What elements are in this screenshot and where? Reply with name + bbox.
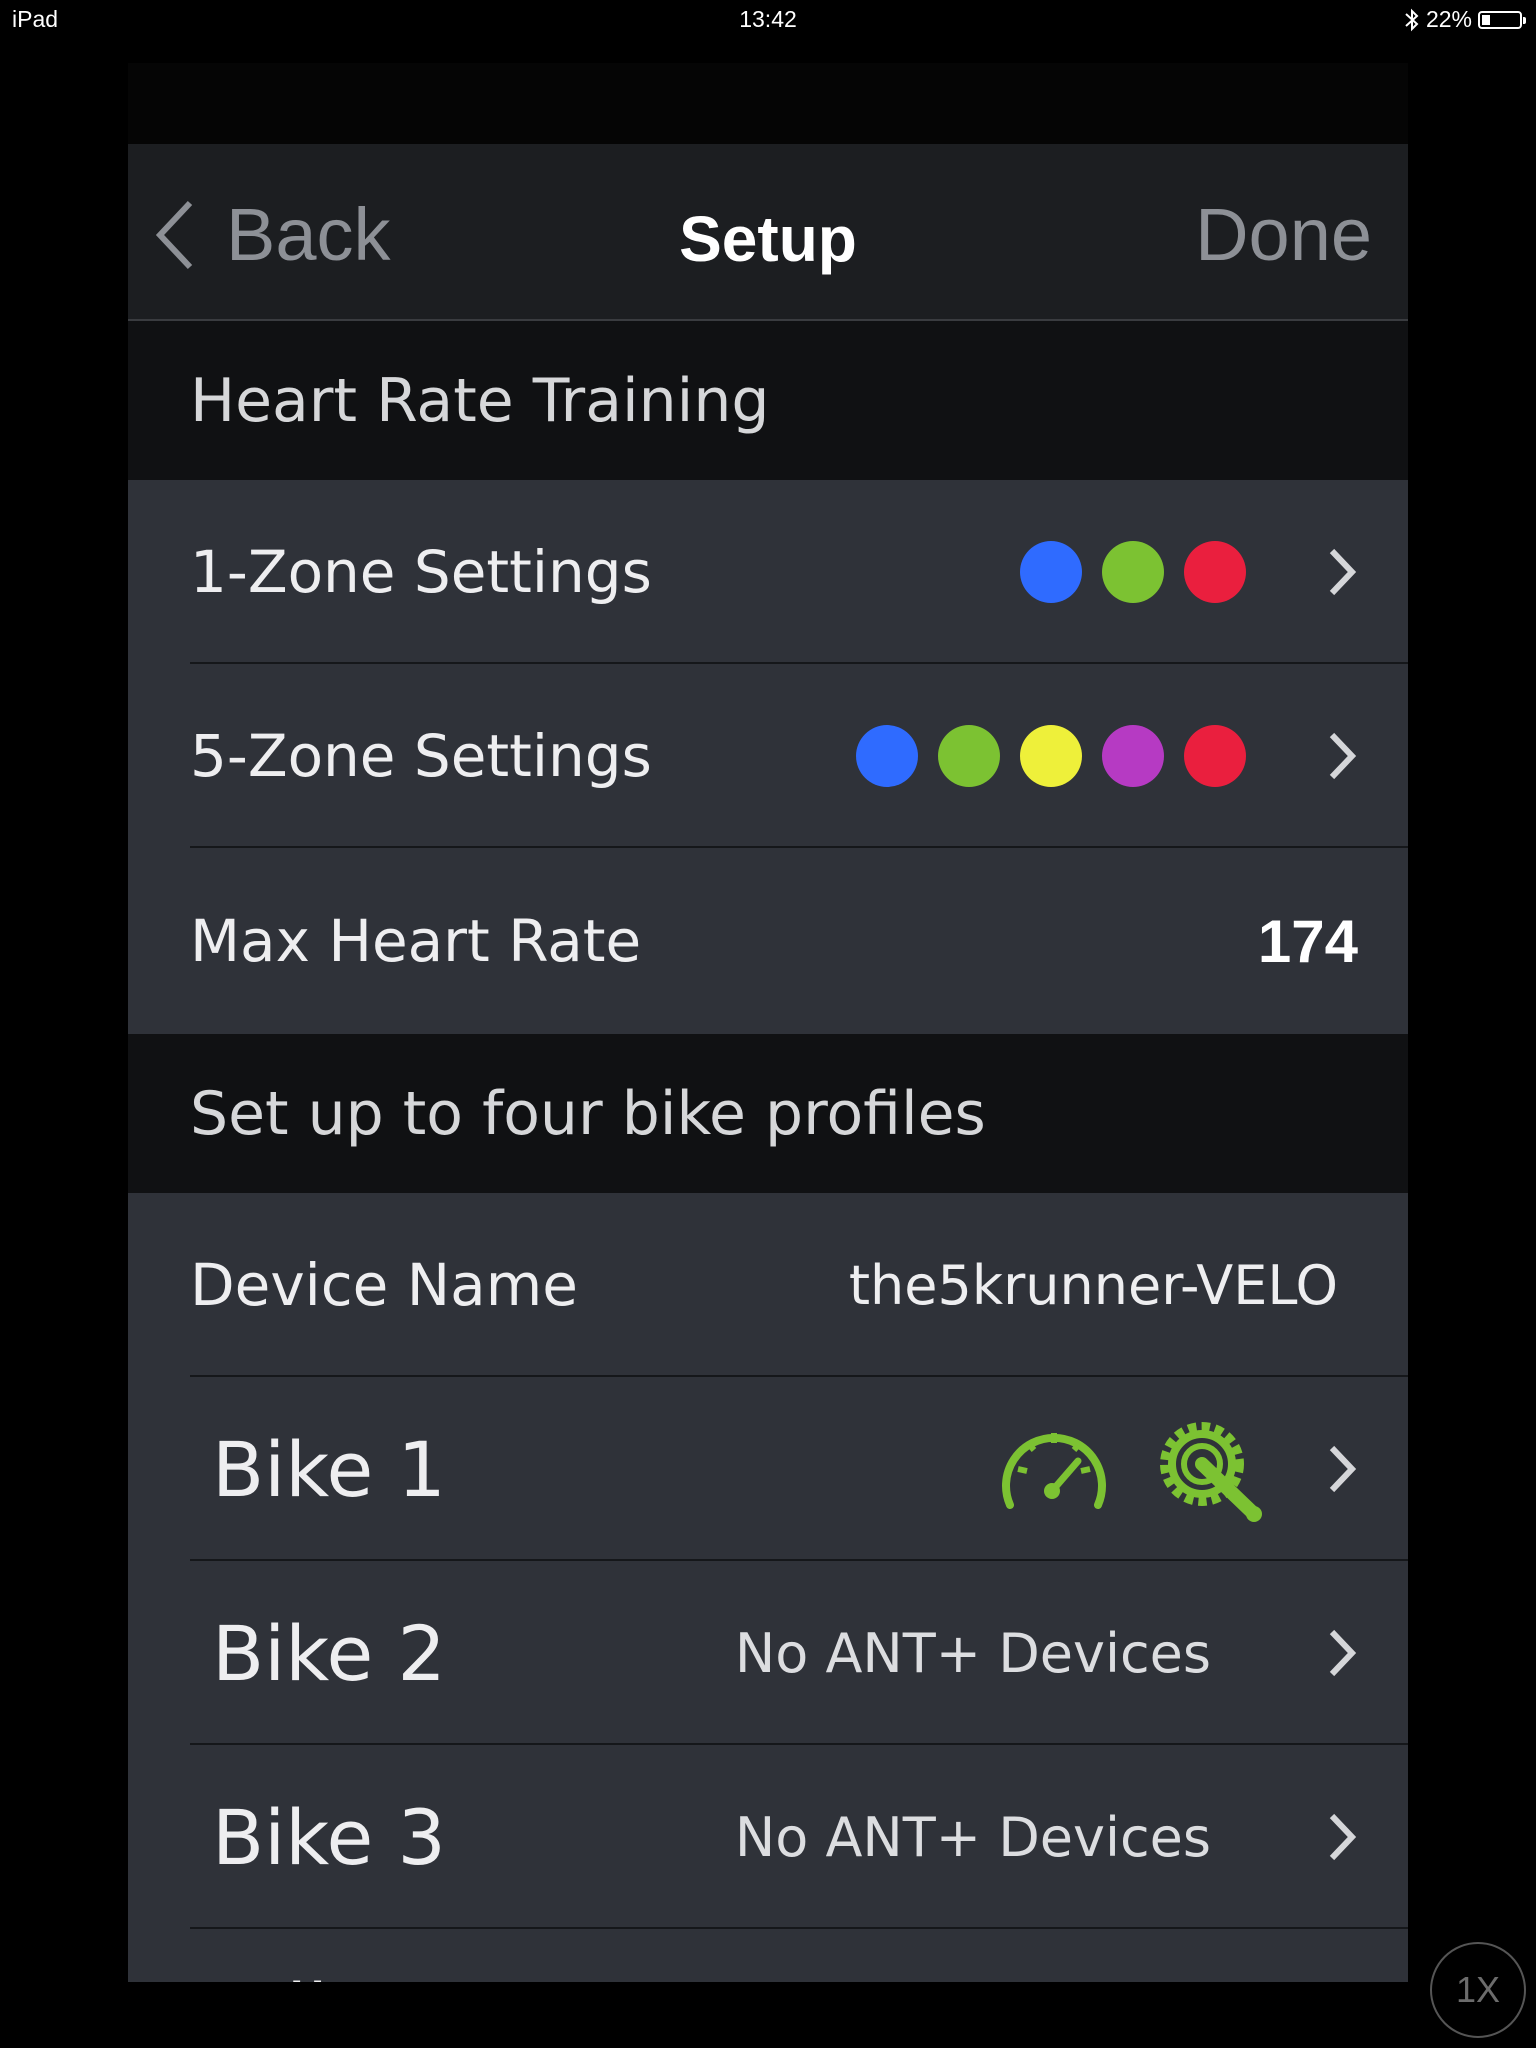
speedometer-icon: [1002, 1433, 1106, 1509]
bike-4-row[interactable]: Bike 4: [128, 1929, 1408, 1982]
crank-gear-icon: [1160, 1422, 1262, 1522]
zone5-zone-dot-1: [856, 725, 918, 787]
zone5-zone-dot-4: [1102, 725, 1164, 787]
battery-icon: [1478, 10, 1526, 29]
status-right: 22%: [1404, 6, 1526, 33]
max-heart-rate-row[interactable]: Max Heart Rate 174: [128, 848, 1408, 1034]
section-header-heart-rate: Heart Rate Training: [128, 321, 1408, 480]
zone5-zone-dot-5: [1184, 725, 1246, 787]
section-header-bike-profiles: Set up to four bike profiles: [128, 1034, 1408, 1193]
device-name-row[interactable]: Device Name the5krunner-VELO: [128, 1193, 1408, 1377]
chevron-right-icon: [1329, 548, 1357, 596]
panel-top-strip: [128, 63, 1408, 144]
battery-percent: 22%: [1425, 6, 1472, 32]
status-time: 13:42: [739, 6, 797, 32]
bike-4-label: Bike 4: [212, 1967, 468, 1982]
chevron-right-icon: [1329, 732, 1357, 780]
zone1-settings-label: 1-Zone Settings: [190, 538, 652, 606]
chevron-right-icon: [1329, 1629, 1357, 1677]
zone1-color-dots: [1020, 541, 1246, 603]
status-bar: iPad 13:42 22%: [0, 0, 1536, 42]
bike-3-status: No ANT+ Devices: [734, 1805, 1211, 1869]
chevron-right-icon: [1329, 1445, 1357, 1493]
bike-1-label: Bike 1: [212, 1424, 446, 1514]
bike-1-row[interactable]: Bike 1: [128, 1377, 1408, 1561]
bike-2-label: Bike 2: [212, 1608, 446, 1698]
bike-1-sensors: [996, 1414, 1266, 1524]
zone1-zone-dot-3: [1184, 541, 1246, 603]
device-name-value[interactable]: the5krunner-VELO: [849, 1254, 1338, 1317]
zone5-zone-dot-2: [938, 725, 1000, 787]
zoom-level-badge[interactable]: 1X: [1430, 1942, 1526, 2038]
zone5-zone-dot-3: [1020, 725, 1082, 787]
navigation-bar: Back Setup Done: [128, 144, 1408, 321]
bike-2-row[interactable]: Bike 2 No ANT+ Devices: [128, 1561, 1408, 1745]
max-heart-rate-label: Max Heart Rate: [190, 907, 642, 975]
zone5-settings-row[interactable]: 5-Zone Settings: [128, 664, 1408, 848]
zone5-color-dots: [856, 725, 1246, 787]
zone1-zone-dot-2: [1102, 541, 1164, 603]
max-heart-rate-value[interactable]: 174: [1258, 907, 1358, 976]
bluetooth-icon: [1405, 8, 1419, 31]
chevron-right-icon: [1329, 1813, 1357, 1861]
zone5-settings-label: 5-Zone Settings: [190, 722, 652, 790]
bike-2-status: No ANT+ Devices: [734, 1621, 1211, 1685]
zone1-settings-row[interactable]: 1-Zone Settings: [128, 480, 1408, 664]
device-name-label: Device Name: [190, 1251, 578, 1319]
done-button[interactable]: Done: [1195, 192, 1372, 277]
setup-panel: Back Setup Done Heart Rate Training 1-Zo…: [128, 63, 1408, 1982]
bike-3-label: Bike 3: [212, 1792, 446, 1882]
bike-3-row[interactable]: Bike 3 No ANT+ Devices: [128, 1745, 1408, 1929]
zone1-zone-dot-1: [1020, 541, 1082, 603]
